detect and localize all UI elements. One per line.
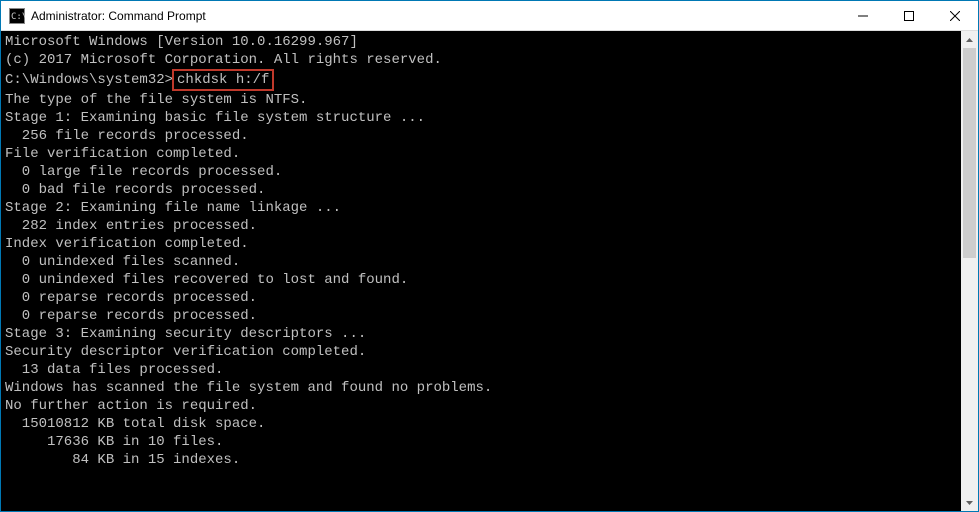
output-line: 0 reparse records processed. [5,289,957,307]
maximize-button[interactable] [886,1,932,30]
output-line: Stage 2: Examining file name linkage ... [5,199,957,217]
titlebar[interactable]: C:\ Administrator: Command Prompt [1,1,978,31]
output-line: 0 reparse records processed. [5,307,957,325]
scroll-down-button[interactable] [961,494,978,511]
command-highlight: chkdsk h:/f [172,69,274,91]
output-line: The type of the file system is NTFS. [5,91,957,109]
output-line: 256 file records processed. [5,127,957,145]
close-button[interactable] [932,1,978,30]
output-line: Microsoft Windows [Version 10.0.16299.96… [5,33,957,51]
output-line: 84 KB in 15 indexes. [5,451,957,469]
output-line: Index verification completed. [5,235,957,253]
output-line: 15010812 KB total disk space. [5,415,957,433]
window-controls [840,1,978,30]
output-line: Stage 3: Examining security descriptors … [5,325,957,343]
prompt-text: C:\Windows\system32> [5,72,173,88]
scroll-up-button[interactable] [961,31,978,48]
output-line: 0 large file records processed. [5,163,957,181]
output-line: No further action is required. [5,397,957,415]
command-text: chkdsk h:/f [177,72,269,88]
vertical-scrollbar[interactable] [961,31,978,511]
output-line: File verification completed. [5,145,957,163]
output-line: Stage 1: Examining basic file system str… [5,109,957,127]
output-line: Security descriptor verification complet… [5,343,957,361]
output-line: (c) 2017 Microsoft Corporation. All righ… [5,51,957,69]
client-area: Microsoft Windows [Version 10.0.16299.96… [1,31,978,511]
prompt-line: C:\Windows\system32>chkdsk h:/f [5,69,957,91]
output-line: 13 data files processed. [5,361,957,379]
output-line: Windows has scanned the file system and … [5,379,957,397]
svg-text:C:\: C:\ [11,12,25,22]
command-prompt-window: C:\ Administrator: Command Prompt Micros… [0,0,979,512]
minimize-button[interactable] [840,1,886,30]
terminal-output[interactable]: Microsoft Windows [Version 10.0.16299.96… [1,31,961,511]
scroll-track[interactable] [961,48,978,494]
output-line: 282 index entries processed. [5,217,957,235]
window-title: Administrator: Command Prompt [31,9,206,23]
output-line: 0 unindexed files recovered to lost and … [5,271,957,289]
scroll-thumb[interactable] [963,48,976,258]
output-line: 0 bad file records processed. [5,181,957,199]
cmd-icon: C:\ [9,8,25,24]
output-line: 17636 KB in 10 files. [5,433,957,451]
output-line: 0 unindexed files scanned. [5,253,957,271]
